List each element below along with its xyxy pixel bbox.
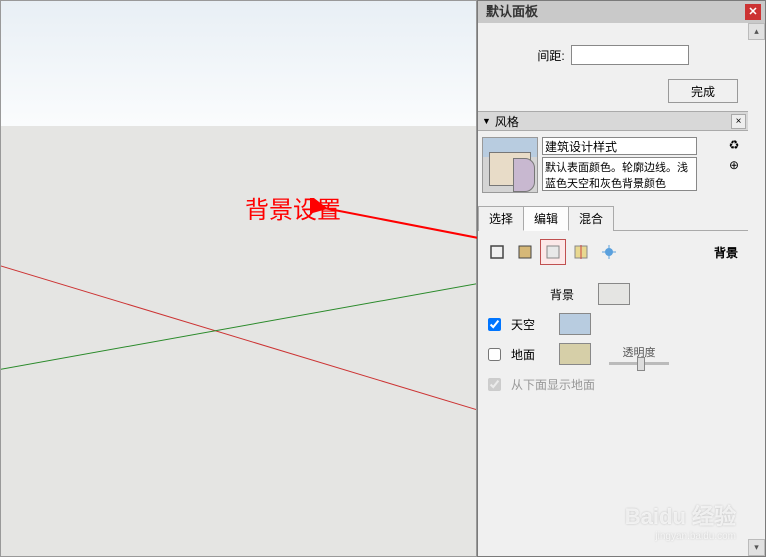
edit-section-label: 背景 <box>714 244 738 261</box>
style-section-header[interactable]: ▼ 风格 × <box>478 111 748 131</box>
watermark-settings-icon[interactable] <box>568 239 594 265</box>
ground-label: 地面 <box>511 346 549 363</box>
edit-toolbar: 背景 <box>478 231 748 273</box>
sky-color-swatch[interactable] <box>559 313 591 335</box>
spacing-label: 间距: <box>537 47 564 64</box>
spacing-input[interactable] <box>571 45 689 65</box>
tab-mix[interactable]: 混合 <box>568 206 614 231</box>
ground-checkbox[interactable] <box>488 348 501 361</box>
style-add-icon[interactable]: ⊕ <box>725 157 743 175</box>
face-settings-icon[interactable] <box>512 239 538 265</box>
scroll-up-icon[interactable]: ▴ <box>748 23 765 40</box>
collapse-icon: ▼ <box>482 116 491 126</box>
default-panel: 默认面板 ✕ 间距: 完成 ▼ 风格 × 默认表面颜色。轮廓边线。浅蓝色天空和灰… <box>477 0 766 557</box>
style-name-input[interactable] <box>542 137 697 155</box>
annotation-text: 背景设置 <box>245 190 341 225</box>
tab-select[interactable]: 选择 <box>478 206 524 231</box>
background-settings: 背景 天空 地面 透明度 <box>478 273 748 405</box>
background-color-swatch[interactable] <box>598 283 630 305</box>
panel-title-text: 默认面板 <box>486 4 538 19</box>
finish-button[interactable]: 完成 <box>668 79 738 103</box>
panel-scrollbar[interactable]: ▴ ▾ <box>748 23 765 556</box>
show-ground-below-label: 从下面显示地面 <box>511 376 738 393</box>
tab-edit[interactable]: 编辑 <box>523 206 569 231</box>
transparency-slider[interactable] <box>609 362 669 365</box>
spacing-row: 间距: <box>478 23 748 75</box>
sky-label: 天空 <box>511 316 549 333</box>
style-section-close[interactable]: × <box>731 114 746 129</box>
edge-settings-icon[interactable] <box>484 239 510 265</box>
background-label: 背景 <box>550 286 588 303</box>
panel-title-bar[interactable]: 默认面板 ✕ <box>478 1 765 23</box>
ground-color-swatch[interactable] <box>559 343 591 365</box>
sky-checkbox[interactable] <box>488 318 501 331</box>
style-tabs: 选择 编辑 混合 <box>478 205 748 231</box>
style-refresh-icon[interactable]: ♻ <box>725 137 743 155</box>
viewport-3d[interactable] <box>0 0 477 557</box>
style-section-label: 风格 <box>495 113 519 130</box>
style-thumbnail[interactable] <box>482 137 538 193</box>
style-description[interactable]: 默认表面颜色。轮廓边线。浅蓝色天空和灰色背景颜色 <box>542 157 697 191</box>
modeling-settings-icon[interactable] <box>596 239 622 265</box>
close-panel-button[interactable]: ✕ <box>745 4 761 20</box>
scroll-down-icon[interactable]: ▾ <box>748 539 765 556</box>
background-settings-icon[interactable] <box>540 239 566 265</box>
show-ground-below-checkbox <box>488 378 501 391</box>
axes-overlay <box>1 1 476 556</box>
